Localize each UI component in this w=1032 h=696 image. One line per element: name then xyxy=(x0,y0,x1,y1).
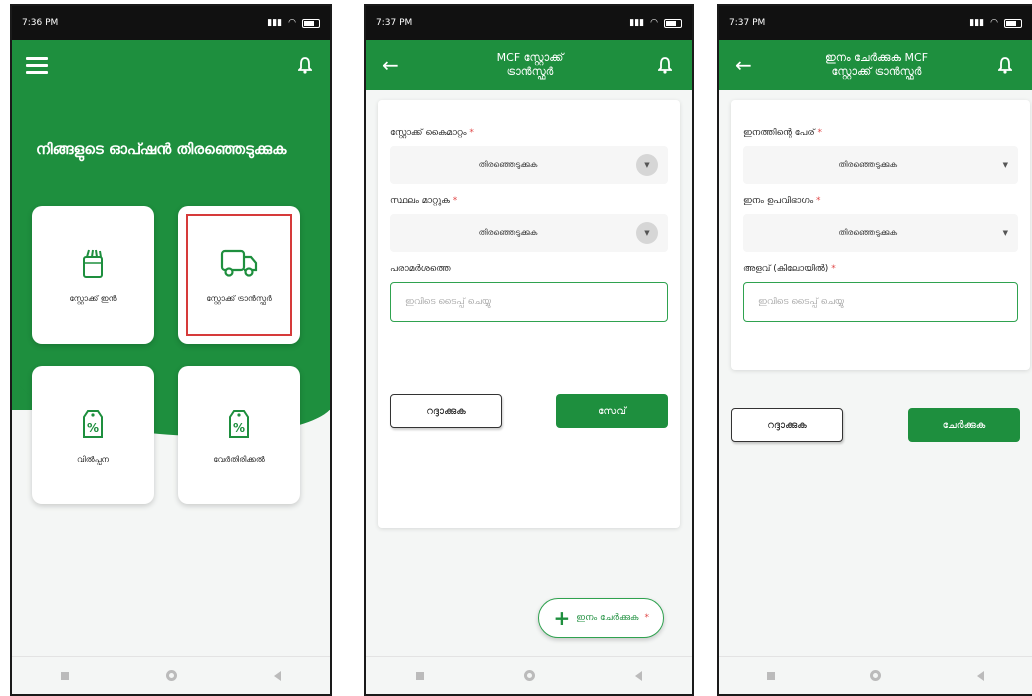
svg-text:%: % xyxy=(233,421,245,435)
tile-label: സ്റ്റോക്ക് ഇൻ xyxy=(69,293,117,303)
select-value: തിരഞ്ഞെടുക്കുക xyxy=(478,160,538,169)
tile-label: വേർതിരിക്കൽ xyxy=(213,454,265,464)
status-bar: 7:37 PM ▮▮▮ ◠ xyxy=(719,6,1032,40)
form-actions: റദ്ദാക്കുക ചേർക്കുക xyxy=(719,370,1032,442)
home-icon[interactable] xyxy=(165,670,177,681)
back-nav-icon[interactable] xyxy=(274,670,282,681)
tile-label: വിൽപ്പന xyxy=(77,454,109,464)
page-title: നിങ്ങളുടെ ഓപ്ഷൻ തിരഞ്ഞെടുക്കുക xyxy=(36,140,287,158)
system-nav-bar xyxy=(366,656,692,694)
status-time: 7:37 PM xyxy=(376,18,413,28)
recents-icon[interactable] xyxy=(416,671,424,680)
truck-icon xyxy=(219,247,259,279)
signal-icon: ▮▮▮ xyxy=(629,18,645,28)
add-item-button[interactable]: + ഇനം ചേർക്കുക * xyxy=(538,598,664,638)
app-bar: ← ഇനം ചേർക്കുക MCF സ്റ്റോക്ക് ട്രാൻസ്ഫർ xyxy=(719,40,1032,90)
wifi-icon: ◠ xyxy=(288,18,296,28)
location-select[interactable]: തിരഞ്ഞെടുക്കുക ▼ xyxy=(390,214,668,252)
menu-icon[interactable] xyxy=(26,53,48,78)
signal-icon: ▮▮▮ xyxy=(969,18,985,28)
package-icon xyxy=(79,247,107,279)
phone-stock-transfer: 7:37 PM ▮▮▮ ◠ ← MCF സ്റ്റോക്ക് ട്രാൻസ്ഫർ… xyxy=(364,4,694,696)
title-line-1: ഇനം ചേർക്കുക MCF xyxy=(824,51,929,64)
form-actions: റദ്ദാക്കുക സേവ് xyxy=(390,394,668,428)
phone-add-item: 7:37 PM ▮▮▮ ◠ ← ഇനം ചേർക്കുക MCF സ്റ്റോക… xyxy=(717,4,1032,696)
select-value: തിരഞ്ഞെടുക്കുക xyxy=(478,228,538,237)
tile-sales[interactable]: % വിൽപ്പന xyxy=(32,366,154,504)
plus-icon: + xyxy=(553,606,571,630)
chevron-down-icon: ▼ xyxy=(1002,229,1008,237)
battery-icon xyxy=(302,18,320,28)
app-bar: ← MCF സ്റ്റോക്ക് ട്രാൻസ്ഫർ xyxy=(366,40,692,90)
chevron-down-icon: ▼ xyxy=(636,222,658,244)
chevron-down-icon: ▼ xyxy=(636,154,658,176)
battery-icon xyxy=(664,18,682,28)
wifi-icon: ◠ xyxy=(650,18,658,28)
status-time: 7:37 PM xyxy=(729,18,766,28)
option-grid: സ്റ്റോക്ക് ഇൻ സ്റ്റോക്ക് ട്രാൻസ്ഫർ % വിൽ… xyxy=(32,206,300,504)
back-arrow-icon[interactable]: ← xyxy=(735,53,755,77)
tile-stock-in[interactable]: സ്റ്റോക്ക് ഇൻ xyxy=(32,206,154,344)
tile-segregation[interactable]: % വേർതിരിക്കൽ xyxy=(178,366,300,504)
percent-tag-icon: % xyxy=(80,406,106,440)
signal-icon: ▮▮▮ xyxy=(267,18,283,28)
phone-home-screen: 7:36 PM ▮▮▮ ◠ നിങ്ങളുടെ ഓപ്ഷൻ തിരഞ്ഞെടുക… xyxy=(10,4,332,696)
bell-icon[interactable] xyxy=(298,56,316,74)
system-nav-bar xyxy=(12,656,330,694)
percent-tag-icon: % xyxy=(226,406,252,440)
page-title: MCF സ്റ്റോക്ക് ട്രാൻസ്ഫർ xyxy=(402,51,658,79)
status-icons: ▮▮▮ ◠ xyxy=(267,18,320,28)
cancel-button[interactable]: റദ്ദാക്കുക xyxy=(390,394,502,428)
status-icons: ▮▮▮ ◠ xyxy=(629,18,682,28)
stock-handover-select[interactable]: തിരഞ്ഞെടുക്കുക ▼ xyxy=(390,146,668,184)
recents-icon[interactable] xyxy=(766,671,775,680)
field-label-location: സ്ഥലം മാറ്റുക * xyxy=(390,196,458,206)
field-label-remarks: പരാമർശത്തെ xyxy=(390,264,451,274)
chevron-down-icon: ▼ xyxy=(1002,161,1008,169)
back-nav-icon[interactable] xyxy=(635,670,642,681)
add-button[interactable]: ചേർക്കുക xyxy=(908,408,1020,442)
save-button[interactable]: സേവ് xyxy=(556,394,668,428)
recents-icon[interactable] xyxy=(60,671,69,680)
back-arrow-icon[interactable]: ← xyxy=(382,53,402,77)
title-line-1: MCF സ്റ്റോക്ക് xyxy=(496,51,564,64)
field-label-item-subcategory: ഇനം ഉപവിഭാഗം * xyxy=(743,196,821,206)
title-line-2: സ്റ്റോക്ക് ട്രാൻസ്ഫർ xyxy=(831,65,922,78)
remarks-input[interactable]: ഇവിടെ ടൈപ്പ് ചെയ്യു xyxy=(390,282,668,322)
title-line-2: ട്രാൻസ്ഫർ xyxy=(506,65,554,78)
status-bar: 7:36 PM ▮▮▮ ◠ xyxy=(12,6,330,40)
battery-icon xyxy=(1004,18,1022,28)
field-label-stock-handover: സ്റ്റോക്ക് കൈമാറ്റം * xyxy=(390,128,474,138)
home-icon[interactable] xyxy=(870,670,882,681)
wifi-icon: ◠ xyxy=(990,18,998,28)
status-bar: 7:37 PM ▮▮▮ ◠ xyxy=(366,6,692,40)
status-time: 7:36 PM xyxy=(22,18,59,28)
back-nav-icon[interactable] xyxy=(977,670,985,681)
status-icons: ▮▮▮ ◠ xyxy=(969,18,1022,28)
item-name-select[interactable]: തിരഞ്ഞെടുക്കുക ▼ xyxy=(743,146,1018,184)
field-label-item-name: ഇനത്തിന്റെ പേര് * xyxy=(743,128,822,138)
add-item-form-card: ഇനത്തിന്റെ പേര് * തിരഞ്ഞെടുക്കുക ▼ ഇനം ഉ… xyxy=(731,100,1030,370)
quantity-input[interactable]: ഇവിടെ ടൈപ്പ് ചെയ്യു xyxy=(743,282,1018,322)
tile-stock-transfer[interactable]: സ്റ്റോക്ക് ട്രാൻസ്ഫർ xyxy=(178,206,300,344)
home-icon[interactable] xyxy=(524,670,535,681)
item-subcategory-select[interactable]: തിരഞ്ഞെടുക്കുക ▼ xyxy=(743,214,1018,252)
select-value: തിരഞ്ഞെടുക്കുക xyxy=(838,160,898,169)
bell-icon[interactable] xyxy=(658,56,676,74)
tile-label: സ്റ്റോക്ക് ട്രാൻസ്ഫർ xyxy=(206,293,272,303)
add-item-label: ഇനം ചേർക്കുക xyxy=(576,613,639,623)
transfer-form-card: സ്റ്റോക്ക് കൈമാറ്റം * തിരഞ്ഞെടുക്കുക ▼ സ… xyxy=(378,100,680,528)
bell-icon[interactable] xyxy=(998,56,1016,74)
field-label-quantity: അളവ് (കിലോയിൽ) * xyxy=(743,264,836,274)
page-title: ഇനം ചേർക്കുക MCF സ്റ്റോക്ക് ട്രാൻസ്ഫർ xyxy=(755,51,998,79)
system-nav-bar xyxy=(719,656,1032,694)
select-value: തിരഞ്ഞെടുക്കുക xyxy=(838,228,898,237)
svg-text:%: % xyxy=(87,421,99,435)
cancel-button[interactable]: റദ്ദാക്കുക xyxy=(731,408,843,442)
